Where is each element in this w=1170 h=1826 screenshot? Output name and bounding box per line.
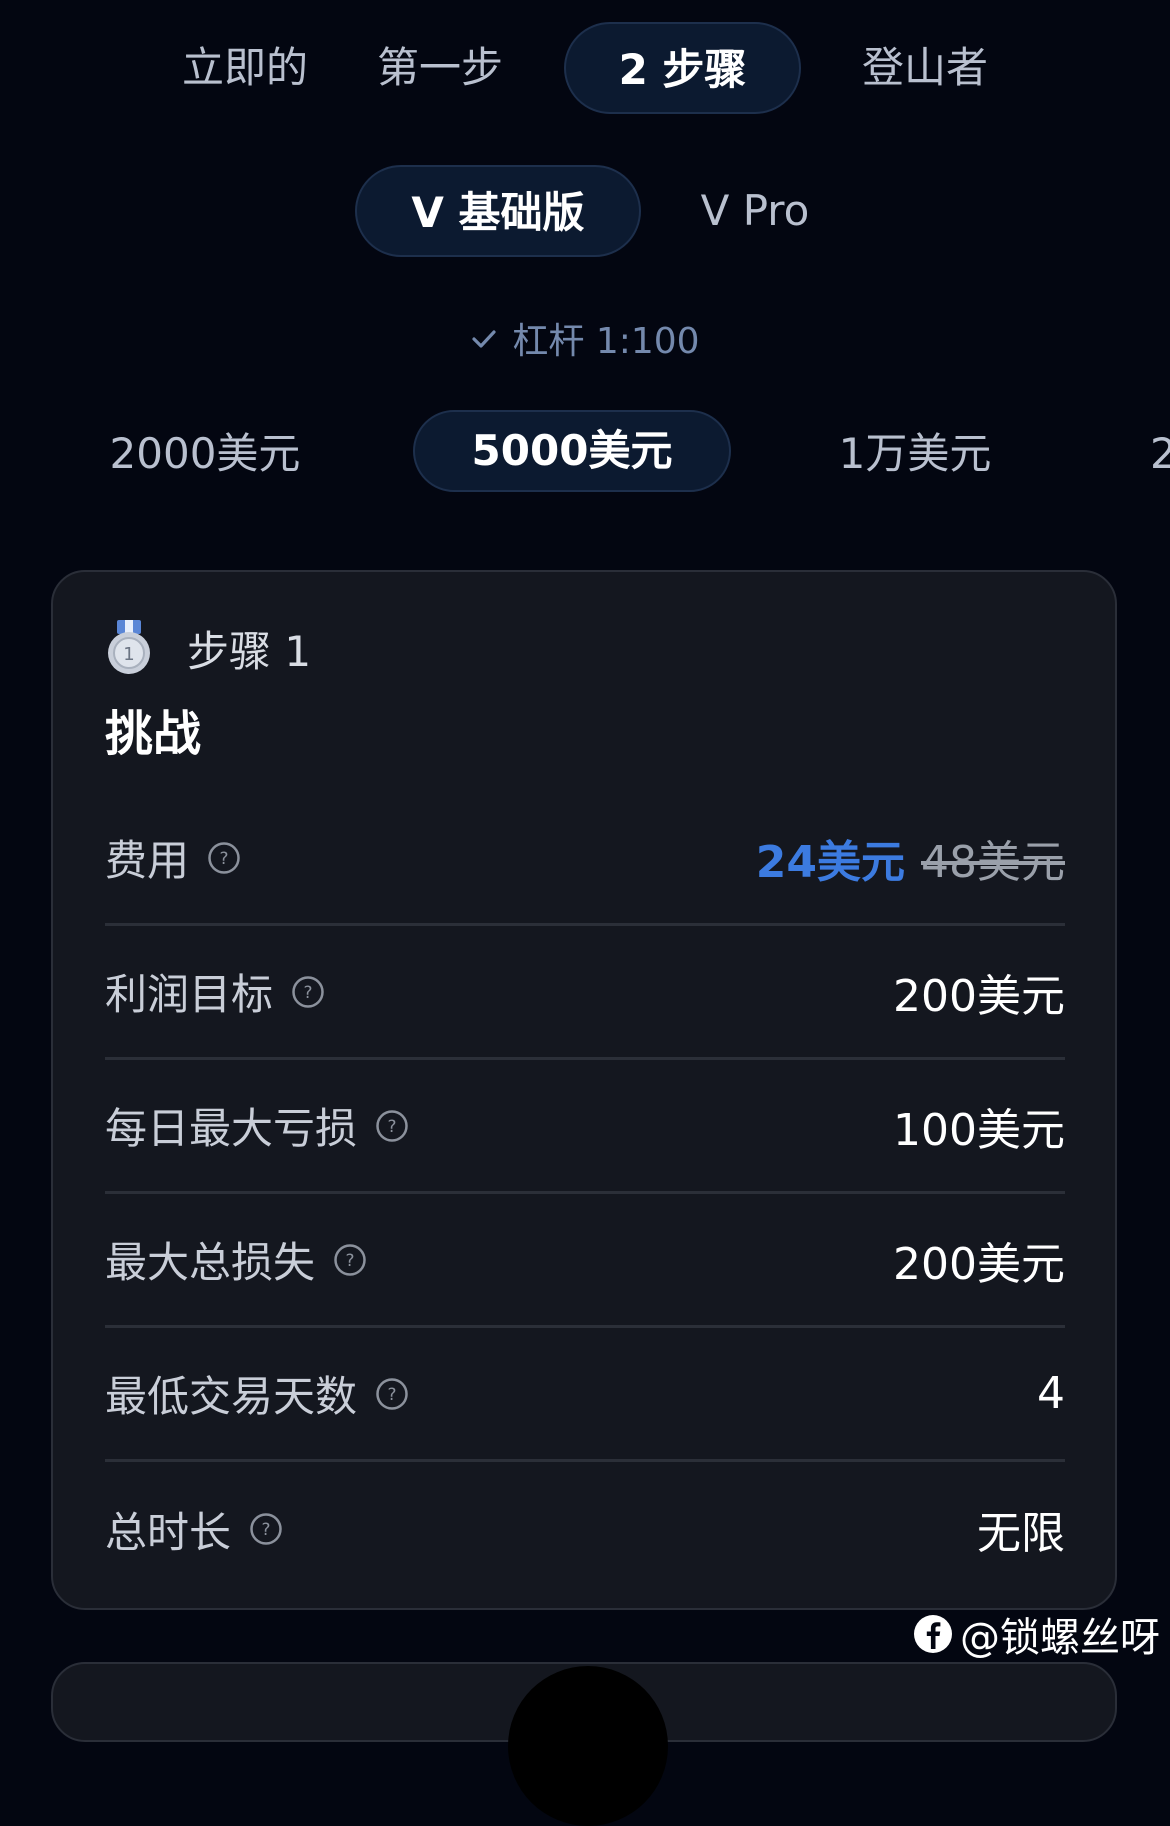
fee-price: 24美元 xyxy=(755,836,905,888)
rule-value: 4 xyxy=(1037,1368,1065,1419)
help-icon[interactable]: ? xyxy=(375,1109,409,1143)
rule-label: 费用 xyxy=(105,836,190,885)
rule-row-min-trading-days: 最低交易天数 ? 4 xyxy=(105,1328,1065,1462)
svg-text:?: ? xyxy=(346,1251,355,1271)
watermark-text: @锁螺丝呀 xyxy=(960,1615,1160,1661)
tab-size-20k[interactable]: 2 xyxy=(1150,410,1170,498)
help-icon[interactable]: ? xyxy=(249,1512,283,1546)
tab-v-pro[interactable]: V Pro xyxy=(675,165,835,257)
rule-row-fee: 费用 ? 24美元 48美元 xyxy=(105,792,1065,926)
tab-v-basic[interactable]: V 基础版 xyxy=(355,165,641,257)
fee-old-price: 48美元 xyxy=(921,836,1065,888)
help-icon[interactable]: ? xyxy=(207,841,241,875)
svg-text:?: ? xyxy=(304,983,313,1003)
rule-row-profit-target: 利润目标 ? 200美元 xyxy=(105,926,1065,1060)
card-header: 1 步骤 1 xyxy=(105,620,311,676)
rule-value: 200美元 xyxy=(893,1238,1065,1290)
step-1-card: 1 步骤 1 挑战 费用 ? 24美元 48美元 利润目标 ? 200美元 每日… xyxy=(51,570,1117,1610)
svg-text:?: ? xyxy=(388,1385,397,1405)
leverage-info: 杠杆 1:100 xyxy=(0,312,1170,364)
svg-text:?: ? xyxy=(262,1520,271,1540)
rule-row-daily-max-loss: 每日最大亏损 ? 100美元 xyxy=(105,1060,1065,1194)
rule-label: 最低交易天数 xyxy=(105,1372,358,1421)
tab-one-step[interactable]: 第一步 xyxy=(355,22,525,114)
tab-climber[interactable]: 登山者 xyxy=(840,22,1010,114)
step-2-medal-icon xyxy=(508,1666,668,1826)
rule-label: 利润目标 xyxy=(105,970,274,1019)
rules-list: 费用 ? 24美元 48美元 利润目标 ? 200美元 每日最大亏损 ? 100… xyxy=(105,792,1065,1596)
check-icon xyxy=(472,330,496,348)
card-title: 挑战 xyxy=(105,706,202,762)
tab-size-2000[interactable]: 2000美元 xyxy=(95,410,315,498)
svg-text:?: ? xyxy=(220,849,229,869)
tab-two-step[interactable]: 2 步骤 xyxy=(564,22,801,114)
rule-value: 200美元 xyxy=(893,970,1065,1022)
watermark: @锁螺丝呀 xyxy=(912,1605,1160,1663)
tab-size-5000[interactable]: 5000美元 xyxy=(413,410,731,492)
facebook-icon xyxy=(914,1615,952,1653)
svg-text:?: ? xyxy=(388,1117,397,1137)
step-2-card xyxy=(51,1662,1117,1826)
rule-value: 无限 xyxy=(977,1508,1065,1559)
svg-text:1: 1 xyxy=(123,644,134,665)
rule-label: 最大总损失 xyxy=(105,1238,316,1287)
tab-size-10k[interactable]: 1万美元 xyxy=(825,410,1005,498)
step-label: 步骤 1 xyxy=(187,626,312,676)
rule-label: 每日最大亏损 xyxy=(105,1104,358,1153)
help-icon[interactable]: ? xyxy=(291,975,325,1009)
help-icon[interactable]: ? xyxy=(333,1243,367,1277)
tab-instant[interactable]: 立即的 xyxy=(160,22,330,114)
leverage-label: 杠杆 1:100 xyxy=(512,321,700,362)
rule-value: 100美元 xyxy=(893,1104,1065,1156)
medal-1-icon: 1 xyxy=(108,620,150,674)
rule-label: 总时长 xyxy=(105,1507,232,1557)
rule-row-max-total-loss: 最大总损失 ? 200美元 xyxy=(105,1194,1065,1328)
rule-row-total-duration: 总时长 ? 无限 xyxy=(105,1462,1065,1596)
help-icon[interactable]: ? xyxy=(375,1377,409,1411)
